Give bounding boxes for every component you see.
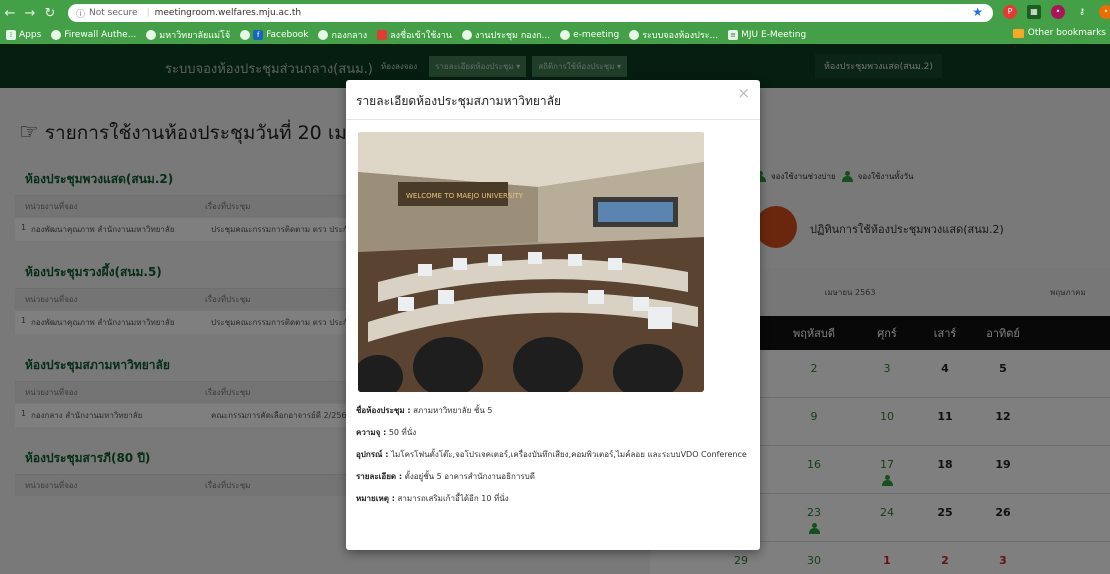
meeting-room-photo: WELCOME TO MAEJO UNIVERSITY: [358, 132, 704, 392]
modal-header: รายละเอียดห้องประชุมสภามหาวิทยาลัย ×: [346, 80, 760, 120]
globe-icon: [240, 30, 251, 40]
info-value: 50 ที่นั่ง: [388, 428, 417, 437]
other-bookmarks[interactable]: Other bookmarks: [1012, 28, 1106, 38]
info-row-capacity: ความจุ : 50 ที่นั่ง: [356, 427, 748, 439]
bookmark-item[interactable]: f Facebook: [240, 30, 308, 40]
bookmark-item[interactable]: ลงชื่อเข้าใช้งาน: [377, 28, 452, 42]
info-label: ชื่อห้องประชุม :: [356, 406, 411, 415]
bookmark-item[interactable]: Firewall Authe...: [51, 30, 136, 40]
reload-icon[interactable]: ↻: [40, 6, 60, 21]
globe-icon: [560, 30, 571, 40]
bookmark-label: MJU E-Meeting: [741, 30, 807, 40]
info-label: หมายเหตุ :: [356, 494, 395, 503]
bookmark-label: งานประชุม กองก...: [474, 31, 551, 41]
info-label: รายละเอียด :: [356, 472, 403, 481]
globe-icon: [629, 30, 640, 40]
info-value: สภามหาวิทยาลัย ชั้น 5: [413, 406, 493, 415]
info-label: ความจุ :: [356, 428, 387, 437]
bookmarks-bar: ⁞ Apps Firewall Authe... มหาวิทยาลัยแม่โจ…: [0, 26, 1110, 44]
globe-icon: [51, 30, 62, 40]
bookmark-label: Facebook: [266, 30, 309, 40]
globe-icon: [461, 30, 472, 40]
bookmark-label: e-meeting: [573, 30, 620, 40]
url-text[interactable]: meetingroom.welfares.mju.ac.th: [155, 8, 302, 18]
address-bar[interactable]: ⓘ Not secure | meetingroom.welfares.mju.…: [68, 4, 993, 22]
bookmark-item[interactable]: กองกลาง: [318, 28, 367, 42]
info-value: สามารถเสริมเก้าอี้ได้อีก 10 ที่นั่ง: [397, 494, 509, 503]
bookmark-item[interactable]: ระบบจองห้องประ...: [629, 28, 718, 42]
extension-icons: P ▦ • ⚷ • ⋮: [1003, 5, 1110, 19]
photo-banner-text: WELCOME TO MAEJO UNIVERSITY: [406, 192, 524, 200]
bookmark-label: ลงชื่อเข้าใช้งาน: [390, 31, 452, 41]
bookmark-label: ระบบจองห้องประ...: [642, 31, 719, 41]
info-row-name: ชื่อห้องประชุม : สภามหาวิทยาลัย ชั้น 5: [356, 405, 748, 417]
info-icon[interactable]: ⓘ: [76, 7, 85, 20]
pinterest-icon[interactable]: P: [1003, 5, 1017, 19]
globe-icon: [318, 30, 329, 40]
info-row-detail: รายละเอียด : ตั้งอยู่ชั้น 5 อาคารสำนักงา…: [356, 471, 748, 483]
site-icon: ≡: [728, 30, 739, 40]
bookmark-item[interactable]: ≡ MJU E-Meeting: [728, 30, 806, 40]
key-icon[interactable]: ⚷: [1075, 5, 1089, 19]
extension-icon[interactable]: •: [1051, 5, 1065, 19]
room-info: ชื่อห้องประชุม : สภามหาวิทยาลัย ชั้น 5 ค…: [356, 405, 748, 515]
bookmark-label: มหาวิทยาลัยแม่โจ้: [159, 31, 231, 41]
address-separator: |: [146, 8, 150, 18]
info-row-equipment: อุปกรณ์ : ไมโครโฟนตั้งโต๊ะ,จอโปรเจคเตอร์…: [356, 449, 748, 461]
modal-title: รายละเอียดห้องประชุมสภามหาวิทยาลัย: [356, 94, 562, 108]
site-icon: [377, 30, 388, 40]
close-icon[interactable]: ×: [737, 84, 750, 102]
info-label: อุปกรณ์ :: [356, 450, 389, 459]
forward-icon[interactable]: →: [20, 6, 40, 21]
profile-icon[interactable]: •: [1099, 5, 1110, 19]
apps-icon: ⁞: [6, 30, 16, 40]
browser-chrome: ← → ↻ ⓘ Not secure | meetingroom.welfare…: [0, 0, 1110, 44]
folder-icon: [1012, 28, 1024, 38]
bookmark-item[interactable]: ⁞ Apps: [6, 30, 41, 40]
bookmark-item[interactable]: งานประชุม กองก...: [461, 28, 551, 42]
bookmark-label: Firewall Authe...: [64, 30, 137, 40]
bookmark-item[interactable]: มหาวิทยาลัยแม่โจ้: [146, 28, 230, 42]
bookmark-item[interactable]: e-meeting: [560, 30, 619, 40]
bookmark-label: กองกลาง: [331, 31, 368, 41]
bookmark-star-icon[interactable]: ★: [972, 5, 983, 19]
bookmark-label: Apps: [19, 30, 42, 40]
meeting-room-photo-drawing: WELCOME TO MAEJO UNIVERSITY: [358, 132, 704, 392]
room-detail-modal: รายละเอียดห้องประชุมสภามหาวิทยาลัย × WEL…: [346, 80, 760, 550]
facebook-icon: f: [253, 30, 264, 40]
info-row-note: หมายเหตุ : สามารถเสริมเก้าอี้ได้อีก 10 ท…: [356, 493, 748, 505]
info-value: ตั้งอยู่ชั้น 5 อาคารสำนักงานอธิการบดี: [404, 472, 535, 481]
sheets-icon[interactable]: ▦: [1027, 5, 1041, 19]
back-icon[interactable]: ←: [0, 6, 20, 21]
other-bookmarks-label: Other bookmarks: [1027, 28, 1106, 38]
globe-icon: [146, 30, 157, 40]
info-value: ไมโครโฟนตั้งโต๊ะ,จอโปรเจคเตอร์,เครื่องบั…: [390, 450, 747, 459]
security-label: Not secure: [89, 8, 138, 18]
